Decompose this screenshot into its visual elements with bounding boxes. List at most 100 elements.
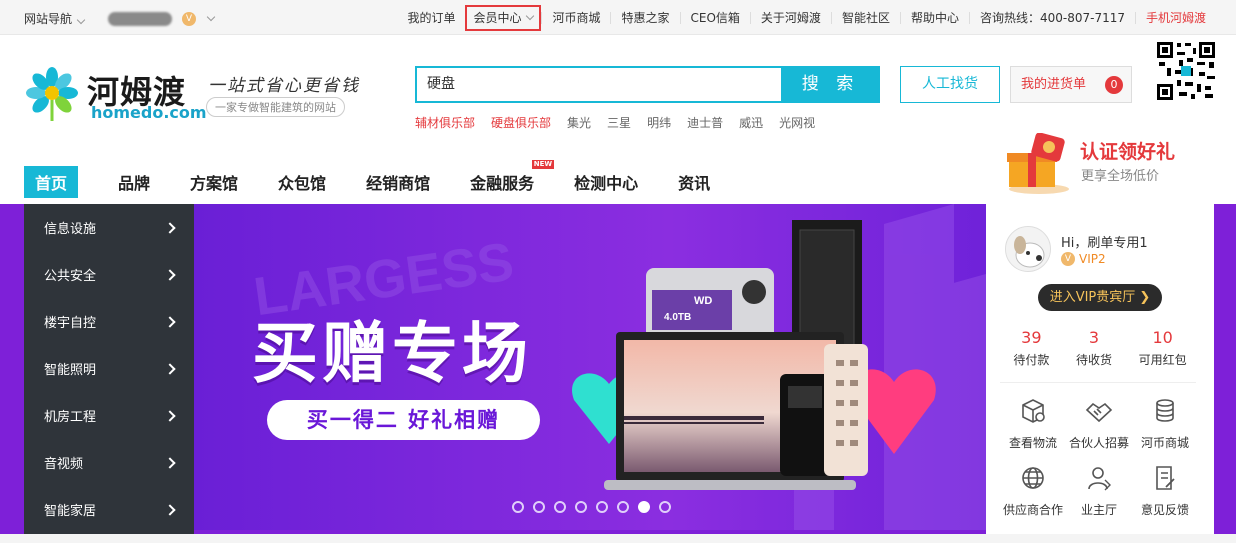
service-coin-mall[interactable]: 河币商城: [1132, 396, 1198, 451]
service-supplier[interactable]: 供应商合作: [1000, 463, 1066, 518]
order-stats: 39 待付款 3 待收货 10 可用红包: [1000, 328, 1200, 368]
link-ceo-mailbox[interactable]: CEO信箱: [679, 11, 750, 24]
chevron-right-icon: [164, 315, 176, 328]
member-center-label: 会员中心: [473, 10, 522, 25]
category-item[interactable]: 信息设施: [24, 204, 194, 251]
coins-stack-icon: [1156, 399, 1174, 422]
box-search-icon: [1022, 399, 1045, 423]
category-item[interactable]: 音视频: [24, 439, 194, 486]
stat-red-packets[interactable]: 10 可用红包: [1139, 328, 1187, 368]
link-community[interactable]: 智能社区: [830, 11, 900, 24]
stat-number: 10: [1152, 328, 1173, 347]
purchase-count-badge: 0: [1105, 76, 1123, 94]
service-owner-hall[interactable]: 业主厅: [1066, 463, 1132, 518]
purchase-list-button[interactable]: 我的进货单 0: [1010, 66, 1132, 103]
link-member-center[interactable]: 会员中心: [465, 4, 542, 31]
category-label: 楼宇自控: [44, 316, 97, 331]
category-item[interactable]: 楼宇自控: [24, 298, 194, 345]
carousel-dot[interactable]: [512, 501, 524, 513]
carousel-dot[interactable]: [575, 501, 587, 513]
hot-keyword[interactable]: 硬盘俱乐部: [491, 114, 551, 131]
link-special-offers[interactable]: 特惠之家: [610, 11, 679, 24]
link-coin-mall[interactable]: 河币商城: [541, 11, 610, 24]
slogan: 一站式省心更省钱: [208, 76, 360, 96]
chevron-right-icon: [164, 362, 176, 375]
carousel-dot[interactable]: [554, 501, 566, 513]
hdd-label: 4.0TB: [664, 312, 691, 323]
stat-label: 待收货: [1075, 353, 1112, 367]
hot-keyword[interactable]: 集光: [567, 114, 591, 131]
qr-code-icon: [1155, 40, 1217, 102]
carousel-dots: [512, 501, 671, 513]
nav-finance[interactable]: 金融服务 NEW: [470, 160, 555, 194]
avatar[interactable]: [1005, 226, 1051, 272]
carousel-dot[interactable]: [617, 501, 629, 513]
service-label: 供应商合作: [1002, 503, 1063, 517]
hot-keyword[interactable]: 迪士普: [687, 114, 723, 131]
nav-testing[interactable]: 检测中心: [574, 170, 638, 194]
site-nav-menu[interactable]: 网站导航: [24, 10, 86, 27]
stat-pending-receipt[interactable]: 3 待收货: [1076, 328, 1112, 368]
chevron-right-icon: [164, 409, 176, 422]
hot-keyword[interactable]: 光网视: [779, 114, 815, 131]
category-item[interactable]: 机房工程: [24, 392, 194, 439]
nav-dealers[interactable]: 经销商馆: [366, 170, 430, 194]
carousel-dot[interactable]: [533, 501, 545, 513]
top-bar: 网站导航 V 我的订单 会员中心 河币商城 特惠之家 CEO信箱 关于河姆渡 智…: [0, 0, 1236, 35]
nav-brand[interactable]: 品牌: [118, 170, 150, 194]
service-feedback[interactable]: 意见反馈: [1132, 463, 1198, 518]
carousel-dot[interactable]: [659, 501, 671, 513]
search-input[interactable]: 硬盘: [415, 66, 781, 103]
hot-keyword[interactable]: 辅材俱乐部: [415, 114, 475, 131]
hot-keyword[interactable]: 威迅: [739, 114, 763, 131]
category-item[interactable]: 智能照明: [24, 345, 194, 392]
chevron-right-icon: [164, 268, 176, 281]
nav-home[interactable]: 首页: [24, 166, 79, 198]
user-panel: Hi，刷单专用1 V VIP2 进入VIP贵宾厅 ❯ 39 待付款 3 待收货 10…: [986, 204, 1214, 534]
brand-en: homedo.com: [91, 103, 207, 122]
category-sidebar: 信息设施 公共安全 楼宇自控 智能照明 机房工程 音视频 智能家居: [24, 204, 194, 534]
service-partner[interactable]: 合伙人招募: [1066, 396, 1132, 451]
hdd-brand: WD: [694, 295, 712, 307]
category-label: 机房工程: [44, 410, 97, 425]
carousel-dot[interactable]: [596, 501, 608, 513]
hot-keywords: 辅材俱乐部 硬盘俱乐部 集光 三星 明纬 迪士普 威迅 光网视: [415, 114, 815, 131]
service-label: 河币商城: [1140, 436, 1189, 450]
promo-title: 认证领好礼: [1080, 141, 1176, 163]
link-about[interactable]: 关于河姆渡: [749, 11, 831, 24]
chevron-down-icon[interactable]: [206, 12, 216, 21]
new-badge: NEW: [531, 160, 555, 169]
nav-solutions[interactable]: 方案馆: [190, 170, 238, 194]
stat-pending-payment[interactable]: 39 待付款: [1013, 328, 1049, 368]
username-blurred[interactable]: [108, 11, 173, 26]
chevron-right-icon: [164, 456, 176, 469]
hero-banner[interactable]: LARGESS 4.0TB WD 买赠专场 买一得二 好礼相赠: [194, 204, 986, 530]
slogan-sub: 一家专做智能建筑的网站: [206, 97, 345, 117]
link-my-orders[interactable]: 我的订单: [397, 12, 465, 24]
category-label: 信息设施: [44, 222, 97, 237]
nav-finance-label: 金融服务: [470, 174, 535, 193]
hot-keyword[interactable]: 明纬: [647, 114, 671, 131]
page-bottom-strip: [0, 534, 1236, 543]
manual-sourcing-button[interactable]: 人工找货: [900, 66, 1000, 103]
nav-crowdsourcing[interactable]: 众包馆: [278, 170, 326, 194]
category-item[interactable]: 公共安全: [24, 251, 194, 298]
promo-subtitle: 更享全场低价: [1081, 169, 1160, 184]
user-icon: [1088, 467, 1111, 491]
category-label: 智能家居: [44, 504, 97, 519]
link-mobile[interactable]: 手机河姆渡: [1134, 11, 1216, 24]
hot-keyword[interactable]: 三星: [607, 114, 631, 131]
nav-news[interactable]: 资讯: [678, 170, 710, 194]
category-item[interactable]: 智能家居: [24, 486, 194, 533]
vip-lounge-button[interactable]: 进入VIP贵宾厅 ❯: [1038, 284, 1162, 311]
certification-promo[interactable]: 认证领好礼 更享全场低价: [1003, 133, 1203, 195]
top-left: 网站导航 V: [24, 10, 216, 27]
link-help[interactable]: 帮助中心: [899, 11, 969, 24]
banner-cta[interactable]: 买一得二 好礼相赠: [267, 400, 540, 440]
carousel-dot-active[interactable]: [638, 501, 650, 513]
service-logistics[interactable]: 查看物流: [1000, 396, 1066, 451]
site-logo[interactable]: 河姆渡 homedo.com 一站式省心更省钱 一家专做智能建筑的网站: [24, 65, 364, 125]
site-nav-label: 网站导航: [24, 12, 73, 26]
service-label: 查看物流: [1008, 436, 1057, 450]
search-button[interactable]: 搜 索: [781, 66, 880, 103]
